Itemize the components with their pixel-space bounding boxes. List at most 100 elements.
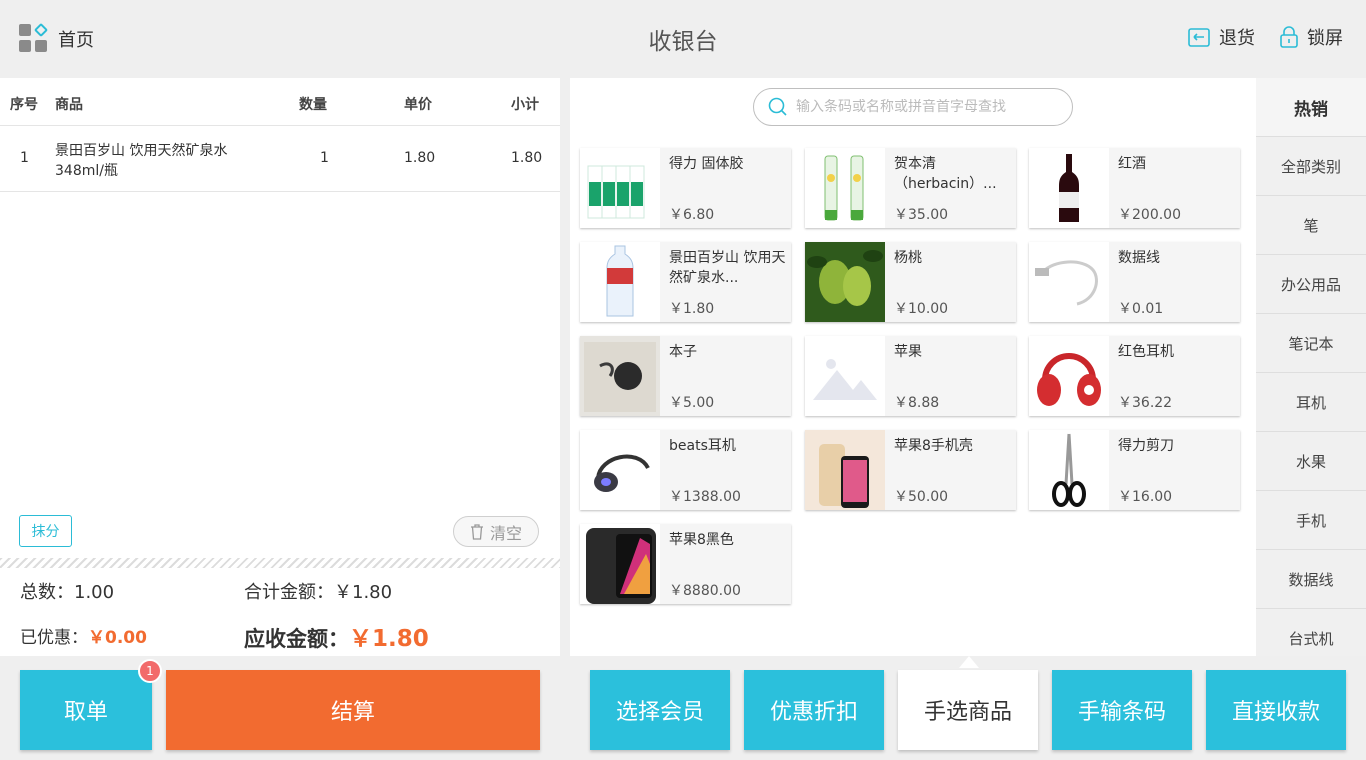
clear-button[interactable]: 清空 [453, 516, 539, 547]
glue-stick-image [580, 148, 660, 228]
search-input[interactable] [796, 99, 1056, 115]
product-price: ￥8.88 [894, 395, 940, 411]
category-office[interactable]: 办公用品 [1256, 255, 1366, 314]
product-card[interactable]: 本子 ￥5.00 [580, 336, 791, 416]
row-subtotal: 1.80 [511, 150, 543, 166]
water-bottle-image [580, 242, 660, 322]
cancel-order-button[interactable]: 取单 [20, 670, 152, 750]
product-name: 苹果8黑色 [669, 532, 734, 548]
direct-payment-button[interactable]: 直接收款 [1206, 670, 1346, 750]
row-index: 1 [20, 150, 29, 166]
product-card[interactable]: 景田百岁山 饮用天然矿泉水... ￥1.80 [580, 242, 791, 322]
amount-due: 应收金额：￥1.80 [244, 619, 429, 653]
product-name: 本子 [669, 344, 697, 360]
placeholder-image-icon [805, 336, 885, 416]
pending-orders-badge: 1 [138, 659, 162, 683]
category-notebook[interactable]: 笔记本 [1256, 314, 1366, 373]
col-price: 单价 [404, 97, 432, 113]
search-icon [768, 97, 787, 116]
discount-label: 已优惠： [20, 628, 88, 648]
total-count-label: 总数： [20, 582, 74, 603]
category-cable[interactable]: 数据线 [1256, 550, 1366, 609]
total-amount-value: ￥1.80 [334, 582, 393, 603]
hand-cream-image [805, 148, 885, 228]
product-card[interactable]: 红色耳机 ￥36.22 [1029, 336, 1240, 416]
scissors-image [1029, 430, 1109, 510]
product-name: 红色耳机 [1118, 344, 1174, 360]
order-table-header: 序号 商品 数量 单价 小计 [0, 78, 560, 126]
product-name: 贺本清（herbacin）... [894, 156, 997, 192]
row-product-spec: 348ml/瓶 [55, 163, 118, 179]
top-bar: 首页 收银台 退货 锁屏 [0, 0, 1366, 78]
product-card[interactable]: 苹果 ￥8.88 [805, 336, 1016, 416]
discount-amount: 已优惠：￥0.00 [20, 623, 147, 648]
product-card[interactable]: 苹果8黑色 ￥8880.00 [580, 524, 791, 604]
product-card[interactable]: 数据线 ￥0.01 [1029, 242, 1240, 322]
product-name: 得力 固体胶 [669, 156, 744, 172]
category-fruit[interactable]: 水果 [1256, 432, 1366, 491]
product-name: 景田百岁山 饮用天然矿泉水... [669, 250, 786, 286]
category-all[interactable]: 全部类别 [1256, 137, 1366, 196]
product-price: ￥0.01 [1118, 301, 1164, 317]
beats-headphones-image [580, 430, 660, 510]
col-subtotal: 小计 [511, 97, 539, 113]
product-card[interactable]: 得力 固体胶 ￥6.80 [580, 148, 791, 228]
notebook-image [580, 336, 660, 416]
usb-cable-image [1029, 242, 1109, 322]
product-name: beats耳机 [669, 438, 736, 454]
page-title: 收银台 [648, 29, 718, 55]
product-panel: 得力 固体胶 ￥6.80 贺本清（herbacin）... ￥35.00 红酒 … [570, 78, 1256, 656]
product-price: ￥10.00 [894, 301, 949, 317]
product-price: ￥1.80 [669, 301, 715, 317]
enter-barcode-button[interactable]: 手输条码 [1052, 670, 1192, 750]
return-button[interactable]: 退货 [1187, 24, 1255, 50]
phone-case-image [805, 430, 885, 510]
checkout-button[interactable]: 结算 [166, 670, 540, 750]
product-price: ￥35.00 [894, 207, 949, 223]
product-price: ￥200.00 [1118, 207, 1181, 223]
product-price: ￥5.00 [669, 395, 715, 411]
category-hot[interactable]: 热销 [1256, 78, 1366, 137]
divider [0, 558, 560, 568]
product-card[interactable]: 杨桃 ￥10.00 [805, 242, 1016, 322]
red-headphones-image [1029, 336, 1109, 416]
category-sidebar: 热销 全部类别 笔 办公用品 笔记本 耳机 水果 手机 数据线 台式机 [1256, 78, 1366, 656]
return-label: 退货 [1219, 28, 1255, 49]
product-name: 苹果 [894, 344, 922, 360]
round-off-button[interactable]: 抹分 [19, 515, 72, 547]
category-phone[interactable]: 手机 [1256, 491, 1366, 550]
category-pen[interactable]: 笔 [1256, 196, 1366, 255]
table-row[interactable]: 1 景田百岁山 饮用天然矿泉水 348ml/瓶 1 1.80 1.80 [0, 126, 560, 192]
red-wine-image [1029, 148, 1109, 228]
category-desktop[interactable]: 台式机 [1256, 609, 1366, 656]
product-price: ￥16.00 [1118, 489, 1173, 505]
pick-products-button[interactable]: 手选商品 [898, 670, 1038, 750]
order-panel: 序号 商品 数量 单价 小计 1 景田百岁山 饮用天然矿泉水 348ml/瓶 1… [0, 78, 560, 656]
col-index: 序号 [10, 97, 38, 113]
total-amount-label: 合计金额： [244, 582, 334, 603]
iphone-black-image [580, 524, 660, 604]
select-member-button[interactable]: 选择会员 [590, 670, 730, 750]
product-card[interactable]: 苹果8手机壳 ￥50.00 [805, 430, 1016, 510]
return-icon [1188, 28, 1210, 47]
amount-due-label: 应收金额： [244, 627, 349, 651]
product-price: ￥6.80 [669, 207, 715, 223]
product-price: ￥50.00 [894, 489, 949, 505]
product-card[interactable]: 红酒 ￥200.00 [1029, 148, 1240, 228]
col-product: 商品 [55, 97, 83, 113]
product-card[interactable]: beats耳机 ￥1388.00 [580, 430, 791, 510]
trash-icon [470, 523, 483, 540]
product-card[interactable]: 贺本清（herbacin）... ￥35.00 [805, 148, 1016, 228]
discount-button[interactable]: 优惠折扣 [744, 670, 884, 750]
lock-label: 锁屏 [1307, 28, 1343, 49]
total-amount: 合计金额：￥1.80 [244, 578, 392, 604]
lock-screen-button[interactable]: 锁屏 [1279, 24, 1343, 50]
product-price: ￥1388.00 [669, 489, 741, 505]
row-qty: 1 [320, 150, 329, 166]
col-qty: 数量 [299, 97, 327, 113]
row-price: 1.80 [404, 150, 436, 166]
search-box[interactable] [753, 88, 1073, 126]
product-card[interactable]: 得力剪刀 ￥16.00 [1029, 430, 1240, 510]
category-headphones[interactable]: 耳机 [1256, 373, 1366, 432]
row-product-name: 景田百岁山 饮用天然矿泉水 [55, 143, 228, 159]
